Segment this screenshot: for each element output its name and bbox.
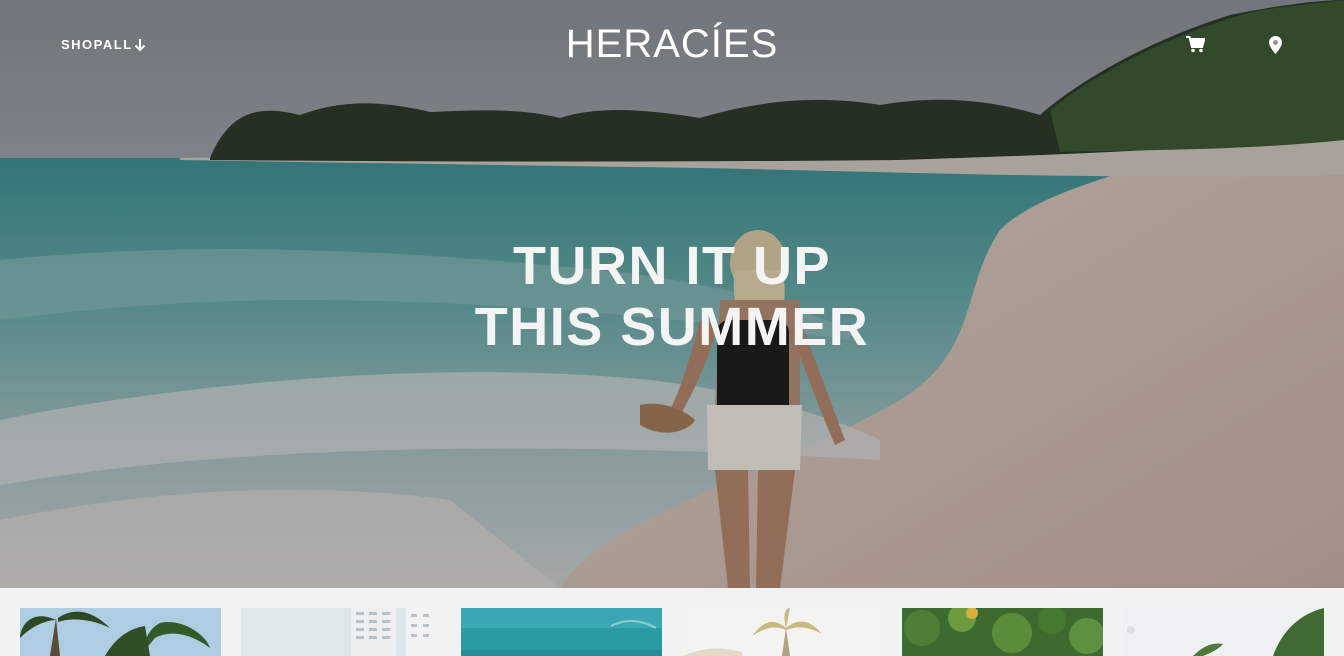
hero-headline: TURN IT UP THIS SUMMER xyxy=(0,236,1344,358)
thumbnail-foliage[interactable] xyxy=(902,608,1103,656)
thumbnail-palm-trees[interactable] xyxy=(20,608,221,656)
thumbnail-palm-bright[interactable] xyxy=(682,608,883,656)
thumbnail-water[interactable] xyxy=(461,608,662,656)
headline-line-2: THIS SUMMER xyxy=(474,297,870,357)
map-marker-icon[interactable] xyxy=(1269,36,1282,54)
hero-banner: SHOPALL HERACÍES TURN IT UP THIS SUMMER xyxy=(0,0,1344,588)
thumbnail-strip xyxy=(0,588,1344,656)
cart-icon[interactable] xyxy=(1186,36,1206,53)
headline-line-1: TURN IT UP xyxy=(513,236,831,296)
thumbnail-building[interactable] xyxy=(241,608,442,656)
thumbnail-palm-leaf[interactable] xyxy=(1123,608,1324,656)
brand-logo[interactable]: HERACÍES xyxy=(0,22,1344,67)
